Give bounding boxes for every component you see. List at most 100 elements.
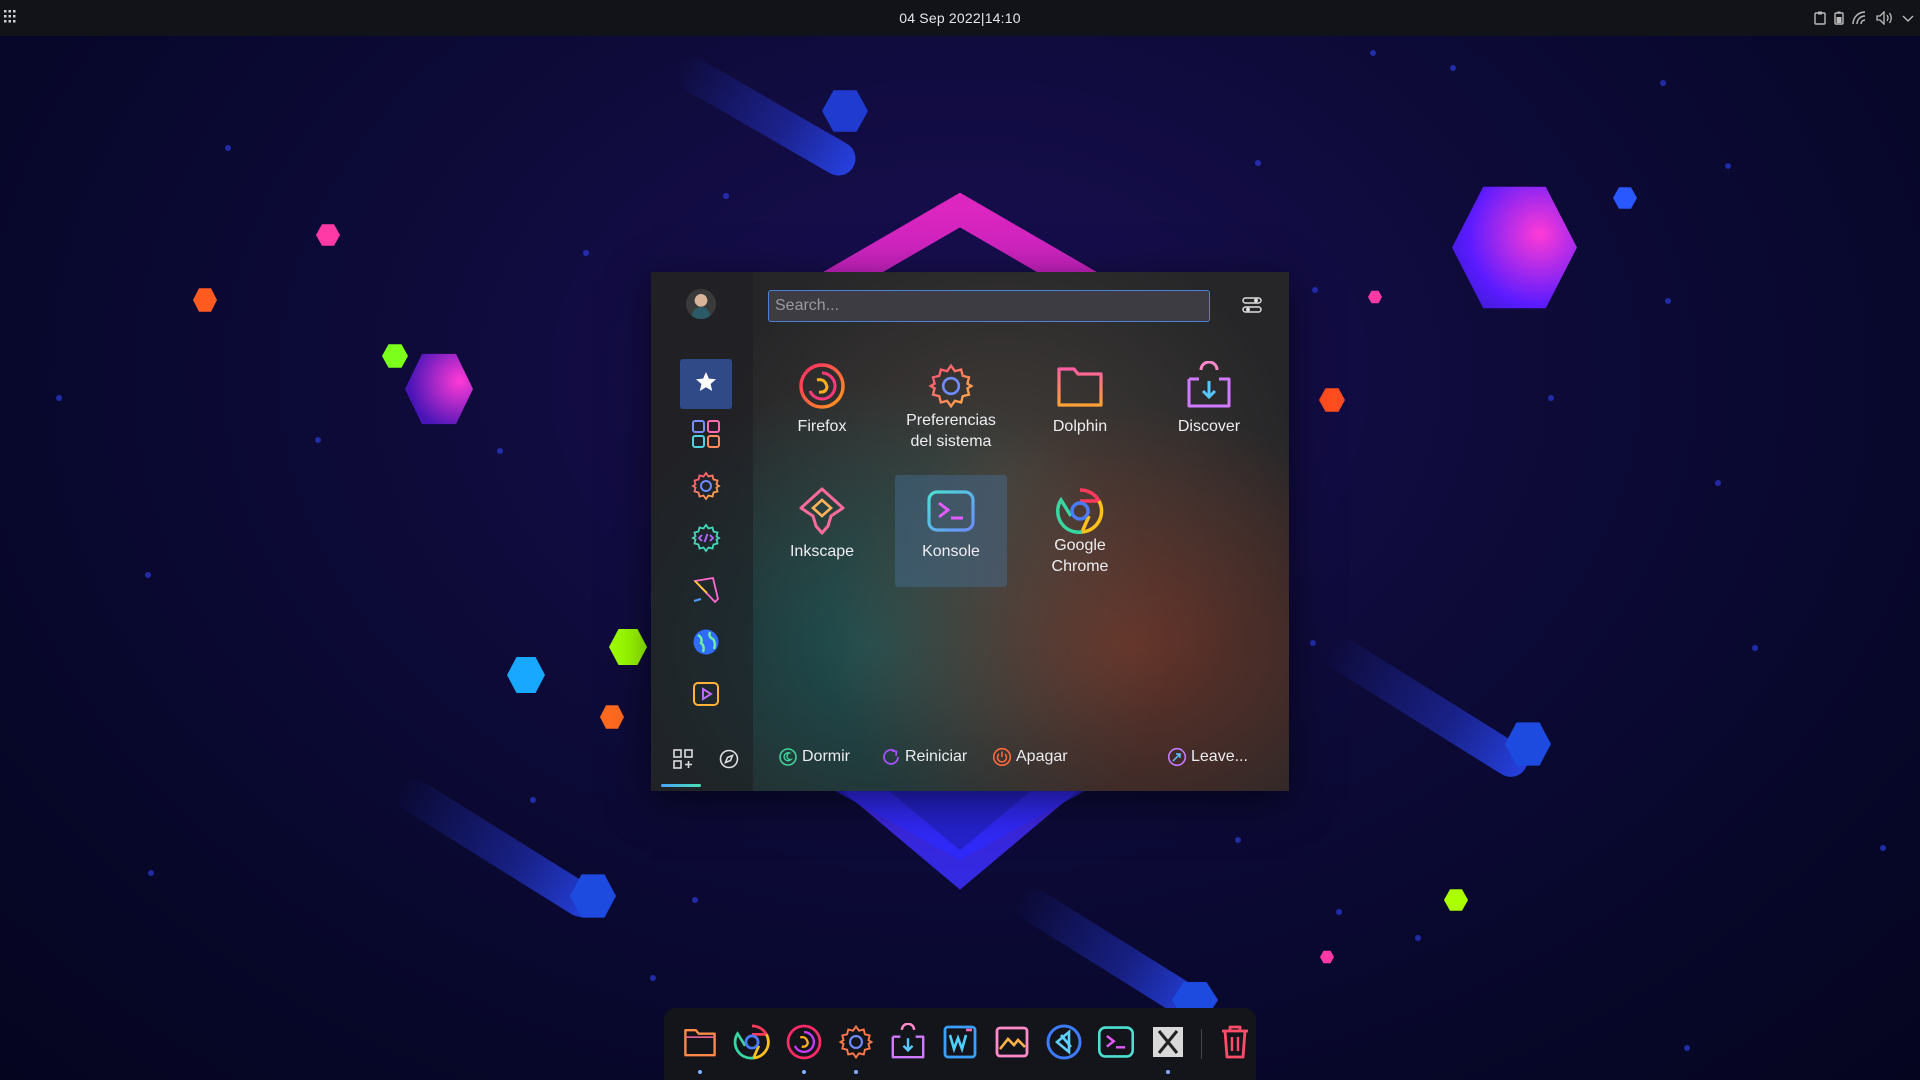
vscode-icon [1045,1023,1083,1066]
discover-icon [889,1022,927,1066]
filter-icon [1242,296,1262,319]
avatar[interactable] [686,289,716,319]
shutdown-label: Apagar [1016,748,1068,765]
running-indicator [1166,1070,1170,1074]
wallpaper-hexagon [609,629,647,665]
app-label: Preferencias del sistema [906,412,996,450]
settings-icon [925,360,977,412]
sleep-label: Dormir [802,748,850,765]
filter-button[interactable] [1241,296,1263,318]
system-tray [1814,0,1914,36]
dock-item-vscode[interactable] [1043,1022,1085,1066]
wallpaper-dot [497,448,503,454]
wallpaper-dot [148,870,154,876]
running-indicator [854,1070,858,1074]
sleep-icon [778,747,798,767]
network-icon[interactable] [1852,11,1868,25]
dock-item-writer[interactable] [939,1022,981,1066]
category-development[interactable] [680,515,732,565]
chevron-down-icon[interactable] [1902,13,1914,23]
leave-label: Leave... [1191,748,1248,765]
globe-icon [691,627,721,662]
dock-item-x-app[interactable] [1147,1022,1189,1074]
wallpaper-dot [1255,160,1261,166]
dock-item-konsole[interactable] [1095,1022,1137,1066]
wallpaper-hexagon [382,344,408,368]
category-graphics[interactable] [680,567,732,617]
wallpaper-hexagon [193,288,217,312]
grid-icon [691,419,721,454]
category-settings[interactable] [680,463,732,513]
wallpaper-dot [225,145,231,151]
power-icon [992,747,1012,767]
app-label: Firefox [797,418,847,435]
wallpaper-dot [1336,909,1342,915]
dock-separator [1201,1029,1202,1059]
category-favorites[interactable] [680,359,732,409]
shutdown-button[interactable]: Apagar [992,742,1068,772]
category-multimedia[interactable] [680,671,732,721]
app-system-settings[interactable]: Preferencias del sistema [895,350,1007,462]
sleep-button[interactable]: Dormir [778,742,850,772]
applications-tab[interactable] [673,749,693,774]
x-app-icon [1151,1025,1185,1064]
wallpaper-hexagon [600,705,624,729]
play-icon [691,679,721,714]
clock[interactable]: 04 Sep 2022|14:10 [899,10,1020,26]
app-label: Google Chrome [1051,537,1109,575]
dock-item-chrome[interactable] [731,1022,773,1066]
places-tab[interactable] [719,749,739,774]
search-input[interactable] [768,290,1210,322]
apps-add-icon [673,749,693,773]
clipboard-icon[interactable] [1814,11,1826,25]
app-label: Inkscape [789,543,855,560]
trash-icon [1219,1024,1251,1065]
wallpaper-hexagon [1319,388,1345,412]
dock-item-firefox[interactable] [783,1022,825,1074]
battery-icon[interactable] [1834,11,1844,25]
restart-label: Reiniciar [905,748,968,765]
dock-item-system-settings[interactable] [835,1022,877,1074]
wallpaper-hexagon [1368,290,1382,304]
image-icon [994,1025,1030,1064]
dock-item-image-viewer[interactable] [991,1022,1033,1066]
terminal-icon [925,485,977,537]
wallpaper-beam [1320,632,1535,784]
discover-icon [1183,360,1235,412]
restart-button[interactable]: Reiniciar [881,742,967,772]
category-all-applications[interactable] [680,411,732,461]
writer-icon [942,1024,978,1065]
app-google-chrome[interactable]: Google Chrome [1024,475,1136,587]
wallpaper-dot [1415,935,1421,941]
inkscape-icon [796,485,848,537]
app-grid-icon[interactable] [4,10,18,26]
dock-item-trash[interactable] [1214,1022,1256,1066]
settings-icon [837,1023,875,1066]
wallpaper-hexagon [405,353,473,425]
app-dolphin[interactable]: Dolphin [1024,350,1136,462]
pen-icon [691,575,721,610]
gear-icon [690,470,722,507]
application-launcher: Firefox Preferencias del sistema Dolphin… [651,272,1289,791]
app-inkscape[interactable]: Inkscape [766,475,878,587]
wallpaper-dot [583,250,589,256]
app-label: Discover [1177,418,1241,435]
app-firefox[interactable]: Firefox [766,350,878,462]
dock-item-discover[interactable] [887,1022,929,1066]
category-internet[interactable] [680,619,732,669]
leave-button[interactable]: Leave... [1167,742,1248,772]
wallpaper-dot [1880,845,1886,851]
folder-icon [1054,360,1106,412]
app-discover[interactable]: Discover [1153,350,1265,462]
restart-icon [881,747,901,767]
wallpaper-dot [145,572,151,578]
app-konsole[interactable]: Konsole [895,475,1007,587]
volume-icon[interactable] [1876,11,1894,25]
wallpaper-dot [692,897,698,903]
wallpaper-hexagon [1452,186,1577,309]
dock-item-dolphin[interactable] [679,1022,721,1074]
wallpaper-beam [390,772,605,924]
app-label: Dolphin [1052,418,1108,435]
wallpaper-dot [1548,395,1554,401]
firefox-icon [796,360,848,412]
